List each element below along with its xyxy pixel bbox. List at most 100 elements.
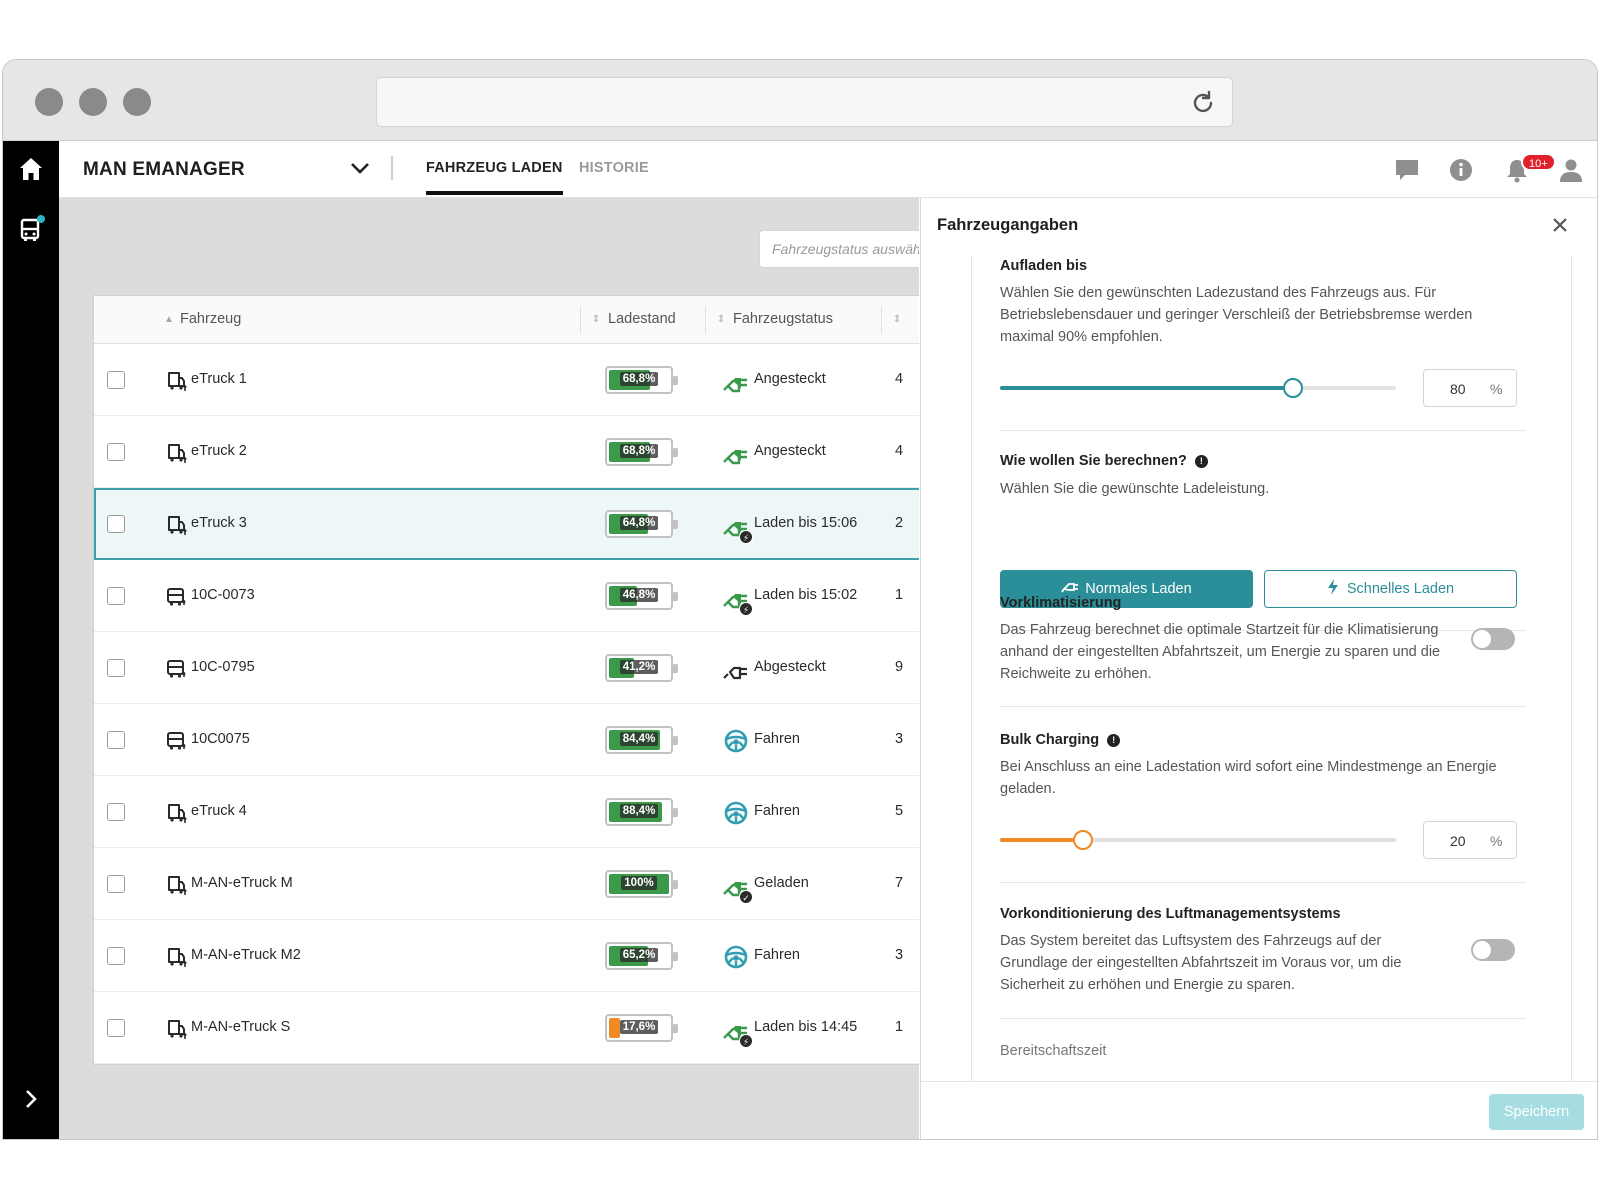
next-column-value: 3 [895, 947, 904, 963]
table-row[interactable]: eTruck 1 68,8% Angesteckt 4 [94, 344, 919, 416]
window-minimize-dot[interactable] [79, 88, 107, 116]
vehicle-status: Laden bis 15:02 [754, 587, 858, 603]
window-maximize-dot[interactable] [123, 88, 151, 116]
vehicle-name[interactable]: M-AN-eTruck M [191, 875, 293, 891]
column-header-vehicle[interactable]: ▲ Fahrzeug [164, 311, 241, 327]
preclim-heading: Vorklimatisierung [1000, 595, 1122, 611]
battery-percent: 88,4% [607, 804, 671, 818]
vehicle-status: Fahren [754, 947, 800, 963]
battery-indicator: 68,8% [605, 438, 678, 466]
battery-percent: 64,8% [607, 516, 671, 530]
air-toggle[interactable] [1471, 939, 1515, 961]
window-close-dot[interactable] [35, 88, 63, 116]
table-row[interactable]: 10C0075 84,4% Fahren 3 [94, 704, 919, 776]
sort-icon: ⇕ [893, 314, 902, 325]
battery-indicator: 88,4% [605, 798, 678, 826]
row-checkbox[interactable] [107, 443, 125, 461]
panel-title: Fahrzeugangaben [937, 216, 1079, 234]
info-icon[interactable]: ! [1107, 734, 1121, 747]
info-icon[interactable] [1447, 156, 1475, 184]
vehicle-name[interactable]: eTruck 3 [191, 515, 247, 531]
lightning-icon [1327, 579, 1338, 595]
column-header-next[interactable]: ⇕ [893, 311, 909, 327]
electric-truck-icon [166, 514, 188, 536]
row-checkbox[interactable] [107, 1019, 125, 1037]
save-button[interactable]: Speichern [1489, 1094, 1584, 1130]
row-checkbox[interactable] [107, 731, 125, 749]
vehicle-name[interactable]: eTruck 2 [191, 443, 247, 459]
next-column-value: 7 [895, 875, 904, 891]
app-brand: MAN EMANAGER [83, 159, 245, 180]
charge-to-slider-handle[interactable] [1283, 378, 1304, 398]
side-navigation [3, 141, 59, 1139]
lightning-badge-icon: ⚡ [739, 1034, 753, 1048]
column-header-charge[interactable]: ⇕ Ladestand [592, 311, 676, 327]
vehicle-status: Angesteckt [754, 443, 826, 459]
table-row[interactable]: 10C-0073 46,8% ⚡ Laden bis 15:02 1 [94, 560, 919, 632]
charge-to-description: Wählen Sie den gewünschten Ladezustand d… [1000, 285, 1473, 345]
steering-wheel-icon [722, 944, 750, 970]
app: MAN EMANAGER FAHRZEUG LADEN HISTORIE 10+ [3, 141, 1598, 1139]
table-row[interactable]: 10C-0795 41,2% Abgesteckt 9 [94, 632, 919, 704]
vehicle-name[interactable]: M-AN-eTruck S [191, 1019, 290, 1035]
bulk-input[interactable]: 20% [1423, 821, 1517, 859]
vehicle-name[interactable]: M-AN-eTruck M2 [191, 947, 301, 963]
fast-charging-button[interactable]: Schnelles Laden [1264, 570, 1517, 608]
preclim-toggle[interactable] [1471, 628, 1515, 650]
next-column-value: 1 [895, 587, 904, 603]
lightning-badge-icon: ⚡ [739, 530, 753, 544]
row-checkbox[interactable] [107, 947, 125, 965]
tab-fahrzeug-laden[interactable]: FAHRZEUG LADEN [426, 160, 563, 195]
address-bar[interactable] [376, 77, 1233, 127]
table-row[interactable]: eTruck 2 68,8% Angesteckt 4 [94, 416, 919, 488]
row-checkbox[interactable] [107, 371, 125, 389]
row-checkbox[interactable] [107, 803, 125, 821]
info-icon[interactable]: ! [1194, 455, 1208, 468]
electric-truck-icon [166, 874, 188, 896]
home-icon[interactable] [17, 155, 45, 183]
notification-badge: 10+ [1521, 153, 1556, 171]
column-header-status[interactable]: ⇕ Fahrzeugstatus [717, 311, 833, 327]
panel-content-border [971, 255, 972, 1085]
bulk-slider-handle[interactable] [1073, 830, 1094, 850]
charge-to-input[interactable]: 80% [1423, 369, 1517, 407]
user-avatar-icon[interactable] [1557, 156, 1585, 184]
close-icon[interactable] [1551, 216, 1569, 234]
section-divider [1000, 706, 1526, 707]
tab-historie[interactable]: HISTORIE [579, 160, 649, 176]
battery-indicator: 64,8% [605, 510, 678, 538]
air-heading: Vorkonditionierung des Luftmanagementsys… [1000, 906, 1341, 922]
vehicle-name[interactable]: 10C-0795 [191, 659, 255, 675]
row-checkbox[interactable] [107, 875, 125, 893]
bulk-slider[interactable] [1000, 830, 1396, 850]
table-row[interactable]: eTruck 3 64,8% ⚡ Laden bis 15:06 2 [94, 488, 919, 560]
vehicle-table: ▲ Fahrzeug ⇕ Ladestand ⇕ Fahrzeugstatus ⇕ e… [93, 295, 919, 1065]
table-row[interactable]: eTruck 4 88,4% Fahren 5 [94, 776, 919, 848]
electric-truck-icon [166, 1018, 188, 1040]
battery-percent: 46,8% [607, 588, 671, 602]
next-column-value: 3 [895, 731, 904, 747]
expand-chevron-icon[interactable] [17, 1085, 45, 1113]
electric-bus-icon [166, 586, 188, 608]
chat-icon[interactable] [1393, 156, 1421, 184]
vehicle-name[interactable]: 10C-0073 [191, 587, 255, 603]
panel-scrollbar[interactable] [1597, 628, 1598, 958]
vehicle-status: Angesteckt [754, 371, 826, 387]
charge-to-slider[interactable] [1000, 378, 1396, 398]
brand-dropdown-chevron-icon[interactable] [349, 159, 371, 177]
battery-indicator: 84,4% [605, 726, 678, 754]
table-row[interactable]: M-AN-eTruck M 100% ✓ Geladen 7 [94, 848, 919, 920]
battery-percent: 68,8% [607, 444, 671, 458]
table-row[interactable]: M-AN-eTruck M2 65,2% Fahren 3 [94, 920, 919, 992]
battery-indicator: 41,2% [605, 654, 678, 682]
vehicle-charging-nav-icon[interactable] [17, 215, 45, 243]
reload-icon[interactable] [1188, 88, 1218, 118]
row-checkbox[interactable] [107, 659, 125, 677]
vehicle-name[interactable]: eTruck 1 [191, 371, 247, 387]
row-checkbox[interactable] [107, 587, 125, 605]
status-filter-select[interactable]: Fahrzeugstatus auswählen [759, 230, 919, 268]
vehicle-name[interactable]: 10C0075 [191, 731, 250, 747]
row-checkbox[interactable] [107, 515, 125, 533]
table-row[interactable]: M-AN-eTruck S 17,6% ⚡ Laden bis 14:45 1 [94, 992, 919, 1064]
vehicle-name[interactable]: eTruck 4 [191, 803, 247, 819]
